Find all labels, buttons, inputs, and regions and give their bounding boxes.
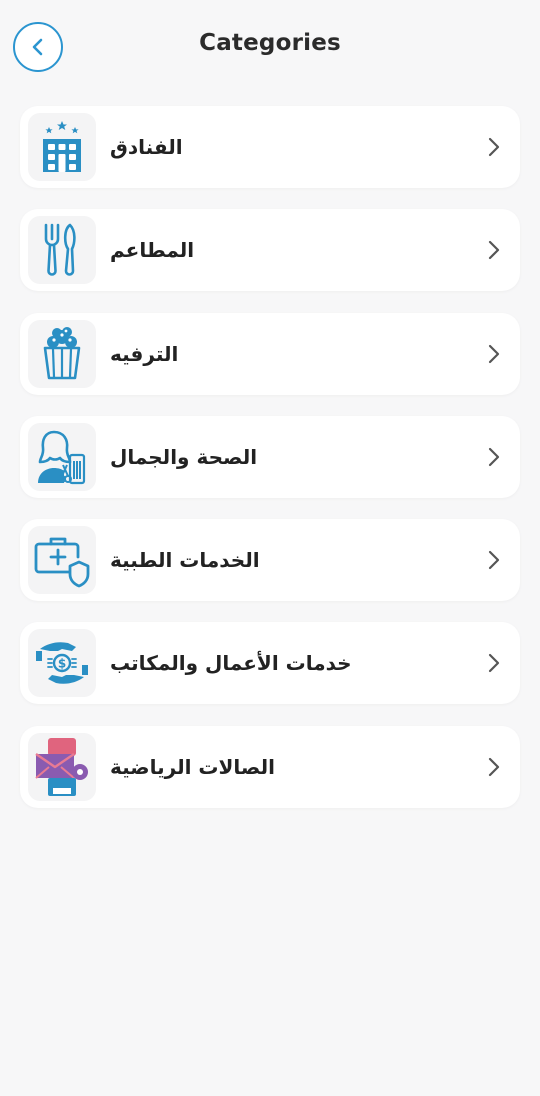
chevron-right-icon bbox=[488, 551, 500, 570]
category-label: الصالات الرياضية bbox=[110, 754, 275, 779]
page-title: Categories bbox=[199, 30, 341, 56]
category-list: الفنادق المطاعم الترفيه الصحة والجمال ال… bbox=[20, 106, 520, 829]
business-services-icon: $ bbox=[36, 642, 88, 685]
hotel-icon bbox=[43, 121, 81, 172]
chevron-right-icon bbox=[488, 757, 500, 776]
chevron-right-icon bbox=[488, 344, 500, 363]
svg-text:$: $ bbox=[58, 657, 66, 671]
category-label: المطاعم bbox=[110, 238, 195, 263]
category-item-hotels[interactable]: الفنادق bbox=[20, 106, 520, 188]
gym-mail-icon bbox=[35, 737, 88, 796]
chevron-right-icon bbox=[488, 137, 500, 157]
category-item-restaurants[interactable]: المطاعم bbox=[20, 209, 520, 292]
chevron-right-icon bbox=[488, 447, 500, 466]
category-item-health-beauty[interactable]: الصحة والجمال bbox=[20, 415, 520, 498]
category-label: الفنادق bbox=[110, 135, 183, 159]
category-item-gyms[interactable]: الصالات الرياضية bbox=[20, 725, 520, 808]
category-item-business[interactable]: $ خدمات الأعمال والمكاتب bbox=[20, 622, 520, 705]
medical-kit-icon bbox=[34, 537, 90, 588]
category-item-medical[interactable]: الخدمات الطبية bbox=[20, 519, 520, 602]
category-icon-box bbox=[28, 113, 96, 181]
category-label: خدمات الأعمال والمكاتب bbox=[110, 651, 352, 676]
category-label: الترفيه bbox=[110, 341, 179, 366]
chevron-right-icon bbox=[488, 241, 500, 260]
category-label: الصحة والجمال bbox=[110, 444, 258, 469]
category-icon-box bbox=[28, 732, 96, 801]
category-icon-box bbox=[28, 319, 96, 388]
category-label: الخدمات الطبية bbox=[110, 548, 260, 573]
beauty-salon-icon bbox=[38, 430, 86, 484]
app-header: Categories bbox=[0, 0, 540, 94]
category-icon-box bbox=[28, 526, 96, 595]
category-icon-box bbox=[28, 216, 96, 285]
category-icon-box: $ bbox=[28, 629, 96, 698]
category-icon-box bbox=[28, 422, 96, 491]
chevron-right-icon bbox=[488, 654, 500, 673]
fork-knife-icon bbox=[44, 223, 76, 277]
category-item-entertainment[interactable]: الترفيه bbox=[20, 312, 520, 395]
popcorn-icon bbox=[43, 326, 81, 379]
